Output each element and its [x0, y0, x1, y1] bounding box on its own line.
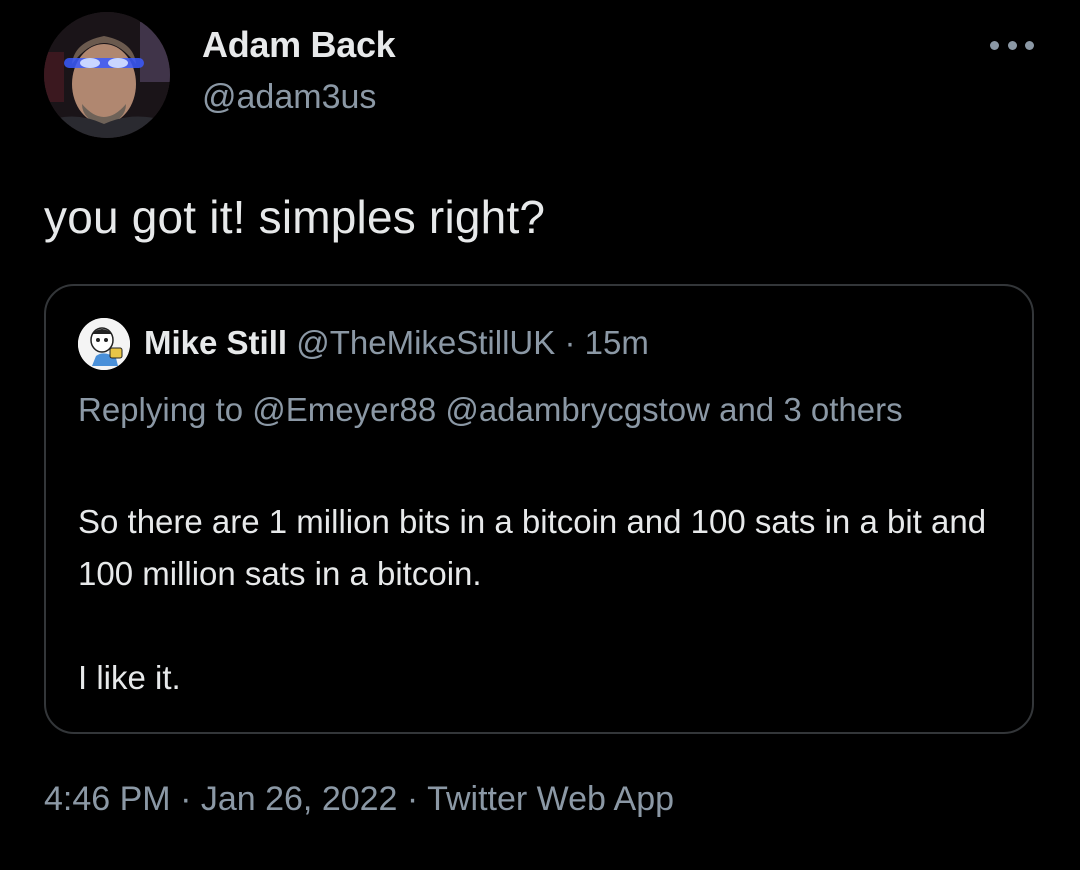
dot [1007, 40, 1017, 50]
replying-to-text: Replying to @Emeyer88 @adambrycgstow and… [78, 391, 903, 428]
dot [1025, 40, 1034, 50]
quoted-tweet-card[interactable]: Mike Still @TheMikeStillUK · 15m Replyin… [44, 284, 1034, 734]
quoted-tweet-paragraph: So there are 1 million bits in a bitcoin… [78, 503, 987, 592]
author-avatar[interactable] [44, 12, 170, 138]
tweet-detail: Adam Back @adam3us you got it! simples r… [0, 0, 1080, 870]
meta-separator: · [555, 324, 585, 361]
footer-separator: · [397, 780, 428, 818]
tweet-footer: 4:46 PM · Jan 26, 2022 · Twitter Web App [44, 780, 674, 819]
cartoon-avatar-icon [78, 318, 130, 370]
footer-separator: · [170, 780, 201, 818]
more-horizontal-icon[interactable] [990, 30, 1034, 60]
quoted-author-avatar [78, 318, 130, 370]
profile-photo-icon [44, 12, 170, 138]
tweet-time[interactable]: 4:46 PM [44, 780, 171, 818]
dot [990, 40, 999, 50]
author-handle[interactable]: @adam3us [202, 78, 376, 117]
quoted-tweet-header: Mike Still @TheMikeStillUK · 15m [144, 324, 649, 362]
quoted-tweet-paragraph: I like it. [78, 659, 181, 696]
quoted-author-name[interactable]: Mike Still [144, 324, 287, 361]
tweet-date[interactable]: Jan 26, 2022 [201, 780, 398, 818]
tweet-text: you got it! simples right? [44, 191, 546, 243]
quoted-tweet-body: So there are 1 million bits in a bitcoin… [78, 496, 1018, 704]
quoted-tweet-time[interactable]: 15m [585, 324, 649, 361]
author-name[interactable]: Adam Back [202, 24, 396, 66]
tweet-source[interactable]: Twitter Web App [427, 780, 674, 818]
quoted-author-handle[interactable]: @TheMikeStillUK [296, 324, 555, 361]
